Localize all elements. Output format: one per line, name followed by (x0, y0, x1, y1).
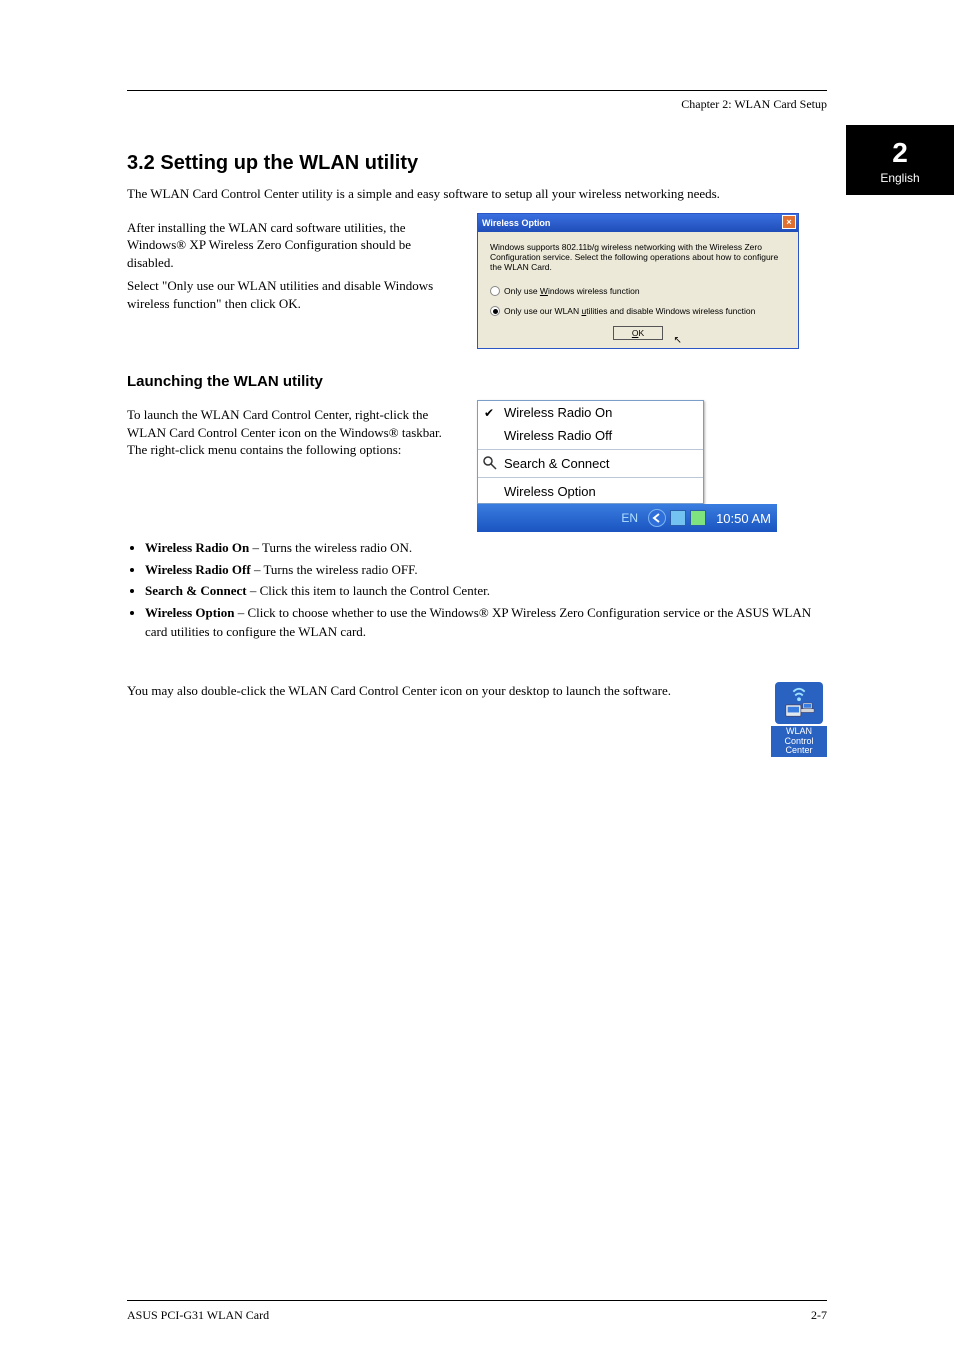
chapter-header: Chapter 2: WLAN Card Setup (127, 97, 827, 112)
close-icon[interactable]: × (782, 215, 796, 229)
language-indicator[interactable]: EN (621, 511, 638, 525)
check-icon: ✔ (484, 406, 494, 420)
top-rule (127, 90, 827, 91)
cursor-icon: ↖ (674, 335, 682, 346)
radio-option-wlan-util[interactable]: Only use our WLAN utilities and disable … (490, 306, 786, 316)
desktop-icon-caption: WLANControl Center (771, 726, 827, 758)
subsection-title: Launching the WLAN utility (127, 373, 827, 390)
taskbar: EN 10:50 AM (477, 504, 777, 532)
wlan-icon (775, 682, 823, 724)
menu-item-radio-off[interactable]: Wireless Radio Off (478, 424, 703, 447)
side-tab-number: 2 (846, 139, 954, 167)
tray-icon[interactable] (670, 510, 686, 526)
dialog-description: Windows supports 802.11b/g wireless netw… (490, 242, 786, 273)
bottom-rule (127, 1300, 827, 1301)
radio-icon (490, 306, 500, 316)
side-tab-label: English (846, 171, 954, 185)
wlan-tray-icon[interactable] (690, 510, 706, 526)
footer-right: 2-7 (811, 1308, 827, 1323)
section-title: 3.2 Setting up the WLAN utility (127, 152, 827, 175)
footer-left: ASUS PCI-G31 WLAN Card (127, 1308, 269, 1323)
side-tab: 2 English (846, 125, 954, 195)
dialog-desc-1: After installing the WLAN card software … (127, 219, 457, 272)
list-item: Wireless Option – Click to choose whethe… (145, 603, 827, 642)
dialog-title: Wireless Option (482, 218, 550, 228)
wlan-desktop-icon[interactable]: WLANControl Center (771, 682, 827, 758)
desktop-icon-desc: You may also double-click the WLAN Card … (127, 682, 727, 700)
tray-screenshot: ✔ Wireless Radio On Wireless Radio Off S… (477, 400, 777, 532)
list-item: Search & Connect – Click this item to la… (145, 581, 827, 601)
tray-expand-icon[interactable] (648, 509, 666, 527)
search-icon (482, 455, 498, 474)
options-list: Wireless Radio On – Turns the wireless r… (145, 538, 827, 642)
dialog-desc-2: Select "Only use our WLAN utilities and … (127, 277, 457, 312)
clock: 10:50 AM (716, 511, 771, 526)
intro-paragraph: The WLAN Card Control Center utility is … (127, 185, 827, 203)
ok-button[interactable]: OK (613, 326, 663, 340)
footer: ASUS PCI-G31 WLAN Card 2-7 (127, 1308, 827, 1323)
radio-icon (490, 286, 500, 296)
list-item: Wireless Radio On – Turns the wireless r… (145, 538, 827, 558)
menu-separator (478, 477, 703, 478)
menu-item-search-connect[interactable]: Search & Connect (478, 452, 703, 475)
menu-separator (478, 449, 703, 450)
radio-option-windows[interactable]: Only use Windows wireless function (490, 286, 786, 296)
tray-desc: To launch the WLAN Card Control Center, … (127, 406, 457, 459)
list-item: Wireless Radio Off – Turns the wireless … (145, 560, 827, 580)
wireless-option-dialog: Wireless Option × Windows supports 802.1… (477, 213, 799, 350)
tray-context-menu: ✔ Wireless Radio On Wireless Radio Off S… (477, 400, 704, 504)
dialog-titlebar: Wireless Option × (478, 214, 798, 232)
menu-item-wireless-option[interactable]: Wireless Option (478, 480, 703, 503)
menu-item-radio-on[interactable]: ✔ Wireless Radio On (478, 401, 703, 424)
